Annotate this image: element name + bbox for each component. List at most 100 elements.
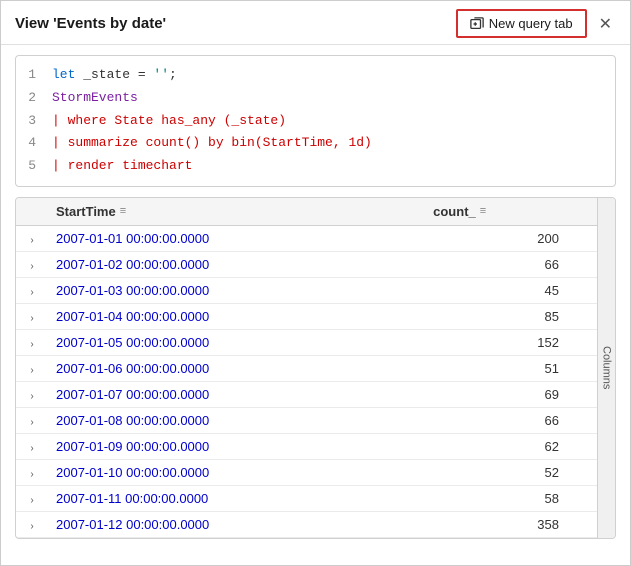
starttime-cell: 2007-01-06 00:00:00.0000 <box>48 355 425 381</box>
table-body: › 2007-01-01 00:00:00.0000200 › 2007-01-02 … <box>16 225 615 538</box>
line-number: 1 <box>16 65 52 86</box>
count-cell: 58 <box>425 485 579 511</box>
code-content: | where State has_any (_state) <box>52 111 286 132</box>
starttime-cell: 2007-01-08 00:00:00.0000 <box>48 407 425 433</box>
count-cell: 174 <box>425 537 579 538</box>
starttime-cell: 2007-01-09 00:00:00.0000 <box>48 433 425 459</box>
row-expand-cell[interactable]: › <box>16 329 48 355</box>
close-icon: ✕ <box>599 16 612 33</box>
expand-icon[interactable]: › <box>24 391 40 402</box>
page-title: View 'Events by date' <box>15 15 166 32</box>
code-content: let _state = ''; <box>52 65 177 86</box>
count-header: count_ ≡ <box>425 198 579 226</box>
row-expand-cell[interactable]: › <box>16 355 48 381</box>
table-row: › 2007-01-06 00:00:00.000051 <box>16 355 615 381</box>
code-editor: 1 let _state = ''; 2 StormEvents 3 | whe… <box>15 55 616 187</box>
line-number: 4 <box>16 133 52 154</box>
table-wrapper[interactable]: StartTime ≡ count_ ≡ › 2007-01-01 00:00:0… <box>16 198 615 538</box>
table-row: › 2007-01-07 00:00:00.000069 <box>16 381 615 407</box>
results-table: StartTime ≡ count_ ≡ › 2007-01-01 00:00:0… <box>16 198 615 538</box>
new-query-label: New query tab <box>489 16 573 31</box>
expand-icon[interactable]: › <box>24 339 40 350</box>
expand-icon[interactable]: › <box>24 313 40 324</box>
table-row: ›2007-01-11 00:00:00.000058 <box>16 485 615 511</box>
table-header-row: StartTime ≡ count_ ≡ <box>16 198 615 226</box>
title-text: View <box>15 15 53 32</box>
code-content: | render timechart <box>52 156 192 177</box>
expand-icon[interactable]: › <box>24 469 40 480</box>
close-button[interactable]: ✕ <box>595 12 616 36</box>
title-quoted: 'Events by date' <box>53 15 166 32</box>
starttime-cell: 2007-01-01 00:00:00.0000 <box>48 225 425 251</box>
code-line-1: 1 let _state = ''; <box>16 64 615 87</box>
row-expand-cell[interactable]: › <box>16 251 48 277</box>
expand-col-header <box>16 198 48 226</box>
row-expand-cell[interactable]: › <box>16 381 48 407</box>
table-row: › 2007-01-01 00:00:00.0000200 <box>16 225 615 251</box>
expand-icon[interactable]: › <box>24 521 40 532</box>
count-cell: 200 <box>425 225 579 251</box>
row-expand-cell[interactable]: › <box>16 225 48 251</box>
row-expand-cell[interactable]: › <box>16 459 48 485</box>
column-menu-icon[interactable]: ≡ <box>120 205 126 217</box>
count-cell: 85 <box>425 303 579 329</box>
starttime-header: StartTime ≡ <box>48 198 425 226</box>
starttime-cell: 2007-01-07 00:00:00.0000 <box>48 381 425 407</box>
table-row: ›2007-01-13 00:00:00.0000174 <box>16 537 615 538</box>
table-row: › 2007-01-04 00:00:00.000085 <box>16 303 615 329</box>
table-row: ›2007-01-12 00:00:00.0000358 <box>16 511 615 537</box>
starttime-cell: 2007-01-13 00:00:00.0000 <box>48 537 425 538</box>
expand-icon[interactable]: › <box>24 443 40 454</box>
expand-icon[interactable]: › <box>24 417 40 428</box>
row-expand-cell[interactable]: › <box>16 407 48 433</box>
row-expand-cell[interactable]: › <box>16 433 48 459</box>
code-content: | summarize count() by bin(StartTime, 1d… <box>52 133 372 154</box>
table-row: › 2007-01-09 00:00:00.000062 <box>16 433 615 459</box>
row-expand-cell[interactable]: › <box>16 511 48 537</box>
starttime-cell: 2007-01-05 00:00:00.0000 <box>48 329 425 355</box>
code-content: StormEvents <box>52 88 138 109</box>
table-row: › 2007-01-08 00:00:00.000066 <box>16 407 615 433</box>
code-line-4: 4 | summarize count() by bin(StartTime, … <box>16 132 615 155</box>
count-cell: 152 <box>425 329 579 355</box>
starttime-cell: 2007-01-04 00:00:00.0000 <box>48 303 425 329</box>
columns-label-text: Columns <box>601 346 613 389</box>
expand-icon[interactable]: › <box>24 287 40 298</box>
line-number: 2 <box>16 88 52 109</box>
code-line-3: 3 | where State has_any (_state) <box>16 110 615 133</box>
expand-icon[interactable]: › <box>24 235 40 246</box>
row-expand-cell[interactable]: › <box>16 303 48 329</box>
count-cell: 358 <box>425 511 579 537</box>
new-query-icon <box>470 17 484 31</box>
count-cell: 66 <box>425 407 579 433</box>
column-menu-icon-2[interactable]: ≡ <box>480 205 486 217</box>
count-cell: 51 <box>425 355 579 381</box>
count-cell: 62 <box>425 433 579 459</box>
columns-panel-toggle[interactable]: Columns <box>597 198 615 538</box>
results-table-container: StartTime ≡ count_ ≡ › 2007-01-01 00:00:0… <box>15 197 616 539</box>
row-expand-cell[interactable]: › <box>16 537 48 538</box>
starttime-cell: 2007-01-03 00:00:00.0000 <box>48 277 425 303</box>
expand-icon[interactable]: › <box>24 365 40 376</box>
header-actions: New query tab ✕ <box>456 9 616 38</box>
count-cell: 45 <box>425 277 579 303</box>
table-row: › 2007-01-05 00:00:00.0000152 <box>16 329 615 355</box>
header: View 'Events by date' New query tab ✕ <box>1 1 630 45</box>
table-row: › 2007-01-03 00:00:00.000045 <box>16 277 615 303</box>
starttime-cell: 2007-01-12 00:00:00.0000 <box>48 511 425 537</box>
starttime-cell: 2007-01-02 00:00:00.0000 <box>48 251 425 277</box>
new-query-button[interactable]: New query tab <box>456 9 587 38</box>
expand-icon[interactable]: › <box>24 261 40 272</box>
starttime-header-label: StartTime <box>56 204 116 219</box>
count-header-label: count_ <box>433 204 476 219</box>
line-number: 3 <box>16 111 52 132</box>
count-cell: 69 <box>425 381 579 407</box>
count-cell: 52 <box>425 459 579 485</box>
count-cell: 66 <box>425 251 579 277</box>
row-expand-cell[interactable]: › <box>16 277 48 303</box>
code-line-5: 5 | render timechart <box>16 155 615 178</box>
row-expand-cell[interactable]: › <box>16 485 48 511</box>
starttime-cell: 2007-01-10 00:00:00.0000 <box>48 459 425 485</box>
code-line-2: 2 StormEvents <box>16 87 615 110</box>
expand-icon[interactable]: › <box>24 495 40 506</box>
